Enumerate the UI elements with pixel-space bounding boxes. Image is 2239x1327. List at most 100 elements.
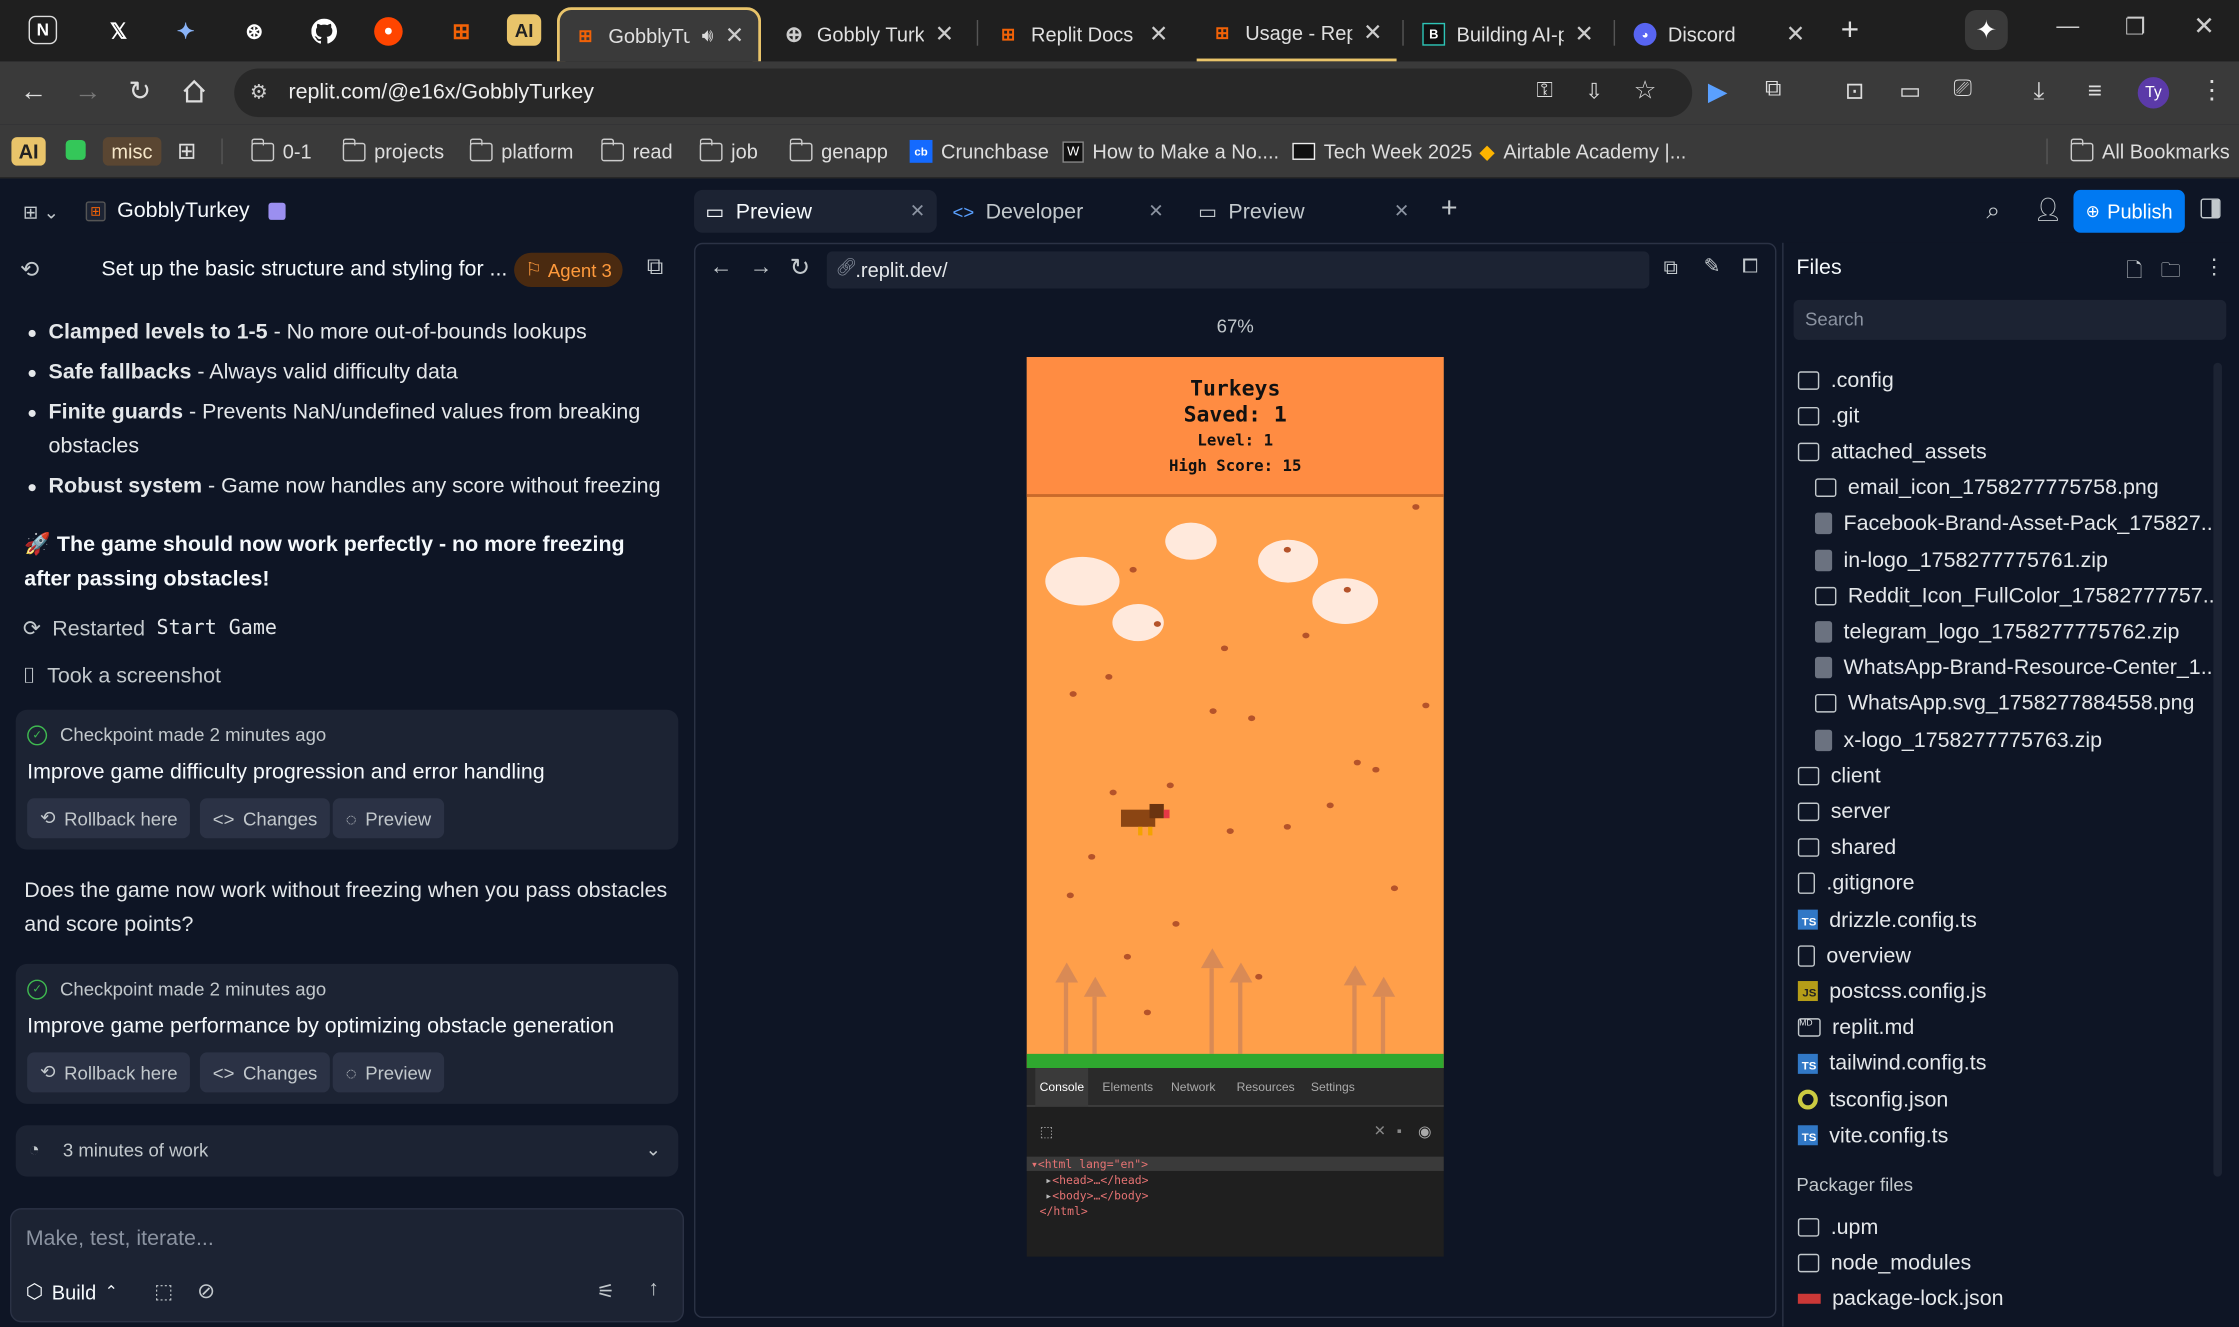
file-tree-item[interactable]: Reddit_Icon_FullColor_17582777757... bbox=[1814, 580, 2221, 611]
speaker-icon[interactable]: 🔊︎ bbox=[702, 24, 714, 47]
tab-usage-replit[interactable]: ⊞ Usage - Repli ✕ bbox=[1196, 7, 1397, 62]
chevron-down-icon[interactable]: ⌄ bbox=[645, 1138, 661, 1161]
changes-button[interactable]: <> Changes bbox=[199, 798, 331, 839]
password-key-icon[interactable]: ⚿ bbox=[1537, 79, 1553, 103]
more-options-icon[interactable]: ⋮ bbox=[2203, 254, 2224, 280]
rollback-button[interactable]: ⟲ Rollback here bbox=[27, 798, 191, 839]
github-icon[interactable] bbox=[306, 13, 343, 50]
all-bookmarks[interactable]: All Bookmarks bbox=[2069, 137, 2230, 166]
bookmark-site[interactable]: Tech Week 2025 bbox=[1292, 137, 1472, 166]
preview-button[interactable]: ◌ Preview bbox=[332, 798, 445, 839]
install-app-icon[interactable]: ⇩ bbox=[1585, 79, 1603, 104]
file-tree-item[interactable]: client bbox=[1797, 760, 1881, 791]
tab-gobblyturkey-active[interactable]: ⊞ GobblyTu 🔊︎ ✕ bbox=[556, 7, 762, 62]
file-search-input[interactable]: Search bbox=[1793, 299, 2227, 340]
reload-icon[interactable]: ↻ bbox=[129, 76, 152, 109]
file-tree-item[interactable]: TS drizzle.config.ts bbox=[1797, 904, 1977, 935]
attach-icon[interactable]: ⊘ bbox=[197, 1278, 215, 1303]
files-scrollbar[interactable] bbox=[2213, 362, 2222, 1177]
work-summary[interactable]: ◔ 3 minutes of work ⌄ bbox=[15, 1125, 679, 1177]
bookmark-folder[interactable]: genapp bbox=[788, 137, 888, 166]
file-tree-item[interactable]: x-logo_1758277775763.zip bbox=[1814, 724, 2102, 755]
new-tab-icon[interactable]: + bbox=[1441, 193, 1458, 226]
home-icon[interactable] bbox=[181, 79, 207, 105]
dom-line[interactable]: </html> bbox=[1031, 1204, 1148, 1220]
agent-badge[interactable]: ⚐ Agent 3 bbox=[514, 252, 624, 288]
file-tree-item[interactable]: attached_assets bbox=[1797, 436, 1987, 467]
devtools-tab[interactable]: Console bbox=[1035, 1068, 1089, 1107]
devtools-tab[interactable]: Elements bbox=[1098, 1068, 1157, 1107]
open-new-window-icon[interactable]: ⧠ bbox=[1742, 254, 1758, 278]
extensions-icon[interactable]: ⧉ bbox=[1765, 77, 1781, 103]
invite-icon[interactable]: 👤︎ bbox=[2033, 196, 2062, 225]
devices-icon[interactable]: ⧉ bbox=[1664, 256, 1678, 280]
green-tab-group-icon[interactable] bbox=[65, 139, 86, 160]
file-tree-item[interactable]: JS postcss.config.js bbox=[1797, 976, 1986, 1007]
new-tab-icon[interactable]: + bbox=[1841, 11, 1859, 48]
forward-icon[interactable]: → bbox=[74, 77, 101, 108]
tab-gobbly-turkey[interactable]: ⊕ Gobbly Turke ✕ bbox=[768, 7, 968, 61]
search-icon[interactable]: ⌕ bbox=[1986, 197, 2000, 226]
select-element-icon[interactable]: ⬚ bbox=[154, 1279, 173, 1303]
downloads-icon[interactable]: ⤓ bbox=[2033, 77, 2044, 106]
build-mode-button[interactable]: ⬡ Build ⌃ bbox=[26, 1279, 118, 1303]
history-icon[interactable]: ⟲ bbox=[20, 256, 39, 285]
rollback-button[interactable]: ⟲ Rollback here bbox=[27, 1052, 191, 1093]
bookmark-crunchbase[interactable]: cb Crunchbase bbox=[909, 137, 1049, 166]
bookmark-site[interactable]: W How to Make a No.... bbox=[1062, 137, 1279, 166]
preview-button[interactable]: ◌ Preview bbox=[332, 1052, 445, 1093]
packager-file-item[interactable]: package-lock.json bbox=[1797, 1283, 2004, 1314]
ai-tab-group-badge[interactable]: AI bbox=[506, 14, 542, 46]
file-tree-item[interactable]: .gitignore bbox=[1797, 868, 1915, 899]
bookmark-group-misc[interactable]: misc bbox=[102, 137, 162, 166]
copy-icon[interactable]: ▪ bbox=[1397, 1124, 1402, 1140]
tab-replit-docs[interactable]: ⊞ Replit Docs ✕ bbox=[982, 7, 1182, 61]
send-icon[interactable]: ↑ bbox=[648, 1277, 659, 1301]
file-tree-item[interactable]: email_icon_1758277775758.png bbox=[1814, 472, 2159, 503]
file-tree-item[interactable]: overview bbox=[1797, 940, 1911, 971]
file-tree-item[interactable]: .config bbox=[1797, 364, 1894, 395]
screenshot-action[interactable]: ⌷ Took a screenshot bbox=[23, 664, 221, 688]
packager-file-item[interactable]: node_modules bbox=[1797, 1247, 1971, 1278]
new-file-icon[interactable]: 🗋︎ bbox=[2126, 256, 2142, 290]
close-tab-icon[interactable]: ✕ bbox=[1149, 20, 1168, 49]
bookmark-airtable[interactable]: ◆ Airtable Academy |... bbox=[1479, 137, 1686, 166]
dom-line[interactable]: ▾<html lang="en"> bbox=[1031, 1157, 1148, 1173]
close-tab-icon[interactable]: ✕ bbox=[1394, 200, 1410, 223]
reader-icon[interactable]: ▭ bbox=[1899, 77, 1921, 106]
site-settings-icon[interactable]: ⚙ bbox=[250, 80, 268, 104]
bookmark-folder[interactable]: projects bbox=[342, 137, 444, 166]
file-tree-item[interactable]: server bbox=[1797, 796, 1890, 827]
reload-icon[interactable]: ↻ bbox=[790, 254, 810, 283]
close-tab-icon[interactable]: ✕ bbox=[1148, 200, 1164, 223]
tab-discord[interactable]: ◕ Discord ✕ bbox=[1619, 7, 1819, 61]
back-icon[interactable]: ← bbox=[710, 256, 733, 282]
file-tree-item[interactable]: shared bbox=[1797, 832, 1896, 863]
close-tab-icon[interactable]: ✕ bbox=[935, 20, 954, 49]
close-tab-icon[interactable]: ✕ bbox=[1786, 20, 1805, 49]
browser-menu-icon[interactable]: ⋮ bbox=[2199, 76, 2225, 106]
tab-building-ai[interactable]: B Building AI-p ✕ bbox=[1408, 7, 1608, 61]
file-tree-item[interactable]: MD replit.md bbox=[1797, 1012, 1914, 1043]
tab-developer[interactable]: <> Developer ✕ bbox=[941, 190, 1175, 233]
inspect-icon[interactable]: ⬚ bbox=[1040, 1125, 1053, 1141]
address-bar[interactable]: ⚙ replit.com/@e16x/GobblyTurkey ⚿ ⇩ ☆ bbox=[234, 68, 1693, 118]
close-tab-icon[interactable]: ✕ bbox=[910, 200, 926, 223]
gemini-icon[interactable]: ✦ bbox=[167, 13, 204, 50]
forward-icon[interactable]: → bbox=[750, 256, 773, 282]
bookmark-folder[interactable]: platform bbox=[469, 137, 573, 166]
devtools-tab[interactable]: Settings bbox=[1307, 1068, 1359, 1107]
close-tab-icon[interactable]: ✕ bbox=[1363, 19, 1382, 48]
back-icon[interactable]: ← bbox=[20, 77, 47, 108]
file-tree-item[interactable]: .git bbox=[1797, 400, 1859, 431]
file-tree-item[interactable]: telegram_logo_1758277775762.zip bbox=[1814, 616, 2179, 647]
bookmark-group-ai[interactable]: AI bbox=[11, 137, 46, 166]
bookmark-star-icon[interactable]: ☆ bbox=[1634, 76, 1657, 106]
eye-icon[interactable]: ◉ bbox=[1418, 1122, 1432, 1141]
file-tree-item[interactable]: tsconfig.json bbox=[1797, 1084, 1948, 1115]
gemini-button-icon[interactable]: ✦ bbox=[1964, 9, 2008, 50]
preview-url-bar[interactable]: 🔗︎ .replit.dev/ bbox=[826, 251, 1650, 289]
file-tree-item[interactable]: WhatsApp.svg_1758277884558.png bbox=[1814, 688, 2194, 719]
devtools-tab[interactable]: Network bbox=[1167, 1068, 1220, 1107]
reddit-icon[interactable]: ● bbox=[374, 17, 403, 46]
